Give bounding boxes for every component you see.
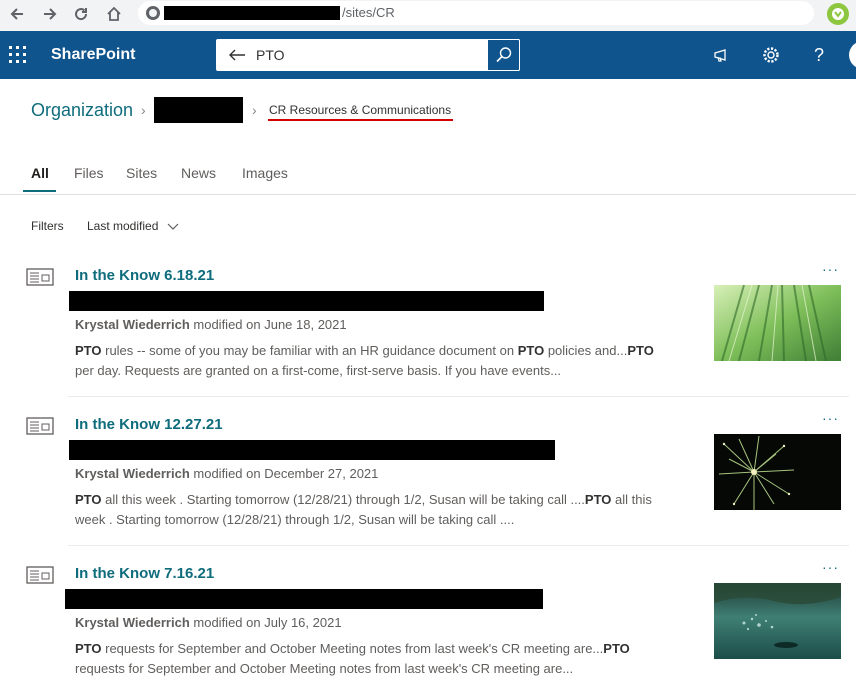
search-icon — [495, 47, 511, 63]
forward-icon[interactable] — [38, 2, 62, 26]
snippet-text: requests for September and October Meeti… — [101, 641, 604, 656]
result-snippet: PTO all this week . Starting tomorrow (1… — [75, 490, 695, 530]
search-back-icon[interactable] — [228, 46, 246, 64]
snippet-text: requests for September and October Meeti… — [75, 661, 574, 676]
snippet-line: per day. Requests are granted on a first… — [75, 361, 695, 381]
highlighted-term: PTO — [75, 343, 102, 358]
result-snippet: PTO requests for September and October M… — [75, 639, 695, 679]
highlighted-term: PTO — [517, 343, 545, 358]
snippet-text: rules -- some of you may be familiar wit… — [101, 343, 518, 358]
sort-dropdown[interactable]: Last modified — [87, 219, 158, 233]
highlighted-term: PTO — [603, 641, 630, 656]
site-info-icon[interactable] — [145, 5, 161, 21]
breadcrumb-current[interactable]: CR Resources & Communications — [269, 103, 451, 117]
snippet-text: week . Starting tomorrow (12/28/21) thro… — [75, 512, 515, 527]
result-author[interactable]: Krystal Wiederrich — [75, 615, 190, 630]
breadcrumb-annotation-underline — [268, 119, 453, 121]
result-meta: Krystal Wiederrich modified on June 18, … — [75, 317, 347, 333]
result-thumbnail[interactable] — [714, 285, 841, 361]
result-title[interactable]: In the Know 7.16.21 — [75, 565, 214, 583]
breadcrumb-chevron-icon: › — [252, 102, 257, 118]
snippet-line: PTO rules -- some of you may be familiar… — [75, 341, 695, 361]
settings-gear-icon[interactable] — [759, 43, 783, 67]
highlighted-term: PTO — [627, 343, 654, 358]
highlighted-term: PTO — [75, 492, 102, 507]
search-result: In the Know 7.16.21 Krystal Wiederrich m… — [0, 559, 856, 681]
result-modified: modified on June 18, 2021 — [193, 317, 347, 332]
result-modified: modified on July 16, 2021 — [193, 615, 342, 630]
filters-button[interactable]: Filters — [31, 219, 64, 233]
address-bar[interactable]: /sites/CR — [138, 1, 814, 25]
highlighted-term: PTO — [75, 641, 102, 656]
result-thumbnail[interactable] — [714, 583, 841, 659]
tab-all[interactable]: All — [31, 165, 49, 181]
result-divider — [68, 396, 849, 397]
more-options-icon[interactable]: ··· — [822, 559, 842, 575]
help-icon[interactable]: ? — [807, 43, 831, 67]
search-input[interactable] — [256, 43, 486, 67]
breadcrumb-root[interactable]: Organization — [31, 99, 133, 121]
result-title[interactable]: In the Know 6.18.21 — [75, 267, 214, 285]
snippet-line: PTO requests for September and October M… — [75, 639, 695, 659]
result-author[interactable]: Krystal Wiederrich — [75, 317, 190, 332]
redacted-path — [65, 589, 543, 609]
highlighted-term: PTO — [584, 492, 612, 507]
chevron-down-icon[interactable] — [166, 219, 180, 233]
redacted-path — [69, 440, 555, 460]
snippet-text: all this week . Starting tomorrow (12/28… — [101, 492, 585, 507]
snippet-line: requests for September and October Meeti… — [75, 659, 695, 679]
tab-images[interactable]: Images — [242, 165, 288, 181]
suite-bar: SharePoint ? — [0, 31, 856, 79]
redacted-path — [69, 291, 544, 311]
result-meta: Krystal Wiederrich modified on December … — [75, 466, 378, 482]
sharepoint-logo-text[interactable]: SharePoint — [51, 46, 135, 64]
more-options-icon[interactable]: ··· — [822, 410, 842, 426]
avatar[interactable] — [849, 41, 856, 69]
snippet-line: week . Starting tomorrow (12/28/21) thro… — [75, 510, 695, 530]
redacted-breadcrumb-item — [154, 97, 243, 123]
snippet-text: policies and... — [544, 343, 628, 358]
result-divider — [68, 545, 849, 546]
app-launcher-icon[interactable] — [9, 46, 27, 64]
snippet-line: PTO all this week . Starting tomorrow (1… — [75, 490, 695, 510]
tab-sites[interactable]: Sites — [126, 165, 157, 181]
url-text: /sites/CR — [342, 5, 395, 20]
search-result: In the Know 12.27.21 Krystal Wiederrich … — [0, 410, 856, 566]
news-article-icon — [26, 268, 54, 286]
search-result: In the Know 6.18.21 Krystal Wiederrich m… — [0, 261, 856, 417]
tab-files[interactable]: Files — [74, 165, 104, 181]
result-title[interactable]: In the Know 12.27.21 — [75, 416, 223, 434]
reload-icon[interactable] — [69, 2, 93, 26]
search-box — [216, 39, 520, 71]
breadcrumb-chevron-icon: › — [141, 102, 146, 118]
result-modified: modified on December 27, 2021 — [193, 466, 379, 481]
snippet-text: all this — [611, 492, 652, 507]
browser-toolbar: /sites/CR — [0, 0, 856, 31]
result-author[interactable]: Krystal Wiederrich — [75, 466, 190, 481]
search-button[interactable] — [488, 39, 520, 71]
megaphone-icon[interactable] — [710, 43, 734, 67]
tabs-divider — [0, 194, 856, 195]
redacted-url-part — [164, 6, 340, 20]
more-options-icon[interactable]: ··· — [822, 261, 842, 277]
home-icon[interactable] — [102, 2, 126, 26]
result-meta: Krystal Wiederrich modified on July 16, … — [75, 615, 342, 631]
news-article-icon — [26, 417, 54, 435]
tab-news[interactable]: News — [181, 165, 216, 181]
active-tab-indicator — [23, 190, 56, 192]
snippet-text: per day. Requests are granted on a first… — [75, 363, 562, 378]
result-snippet: PTO rules -- some of you may be familiar… — [75, 341, 695, 381]
news-article-icon — [26, 566, 54, 584]
back-icon[interactable] — [5, 2, 29, 26]
extension-icon[interactable] — [826, 2, 850, 26]
result-thumbnail[interactable] — [714, 434, 841, 510]
